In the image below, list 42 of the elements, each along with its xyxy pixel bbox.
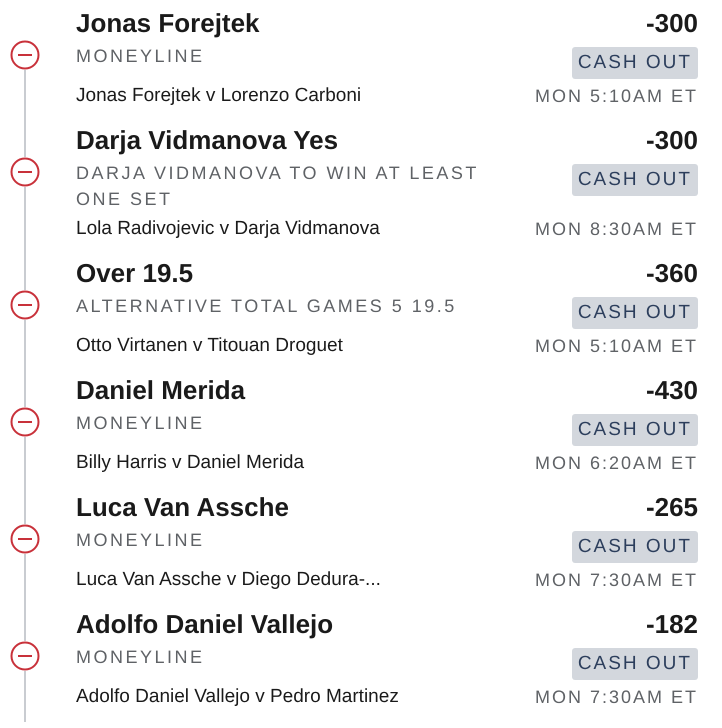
odds: -300: [646, 124, 698, 156]
odds: -300: [646, 7, 698, 39]
selection-name: Luca Van Assche: [76, 491, 289, 523]
odds: -182: [646, 608, 698, 640]
start-time: MON 7:30AM ET: [534, 568, 698, 592]
remove-icon[interactable]: [10, 157, 40, 187]
market-label: ALTERNATIVE TOTAL GAMES 5 19.5: [76, 295, 457, 318]
cash-out-button[interactable]: CASH OUT: [572, 47, 698, 79]
remove-icon[interactable]: [10, 641, 40, 671]
market-label: DARJA VIDMANOVA TO WIN AT LEAST ONE SET: [76, 162, 480, 211]
selection-name: Adolfo Daniel Vallejo: [76, 608, 334, 640]
market-label: MONEYLINE: [76, 412, 205, 435]
odds: -265: [646, 491, 698, 523]
cash-out-button[interactable]: CASH OUT: [572, 648, 698, 680]
start-time: MON 7:30AM ET: [534, 686, 698, 708]
odds: -360: [646, 257, 698, 289]
cash-out-button[interactable]: CASH OUT: [572, 297, 698, 329]
market-label: MONEYLINE: [76, 45, 205, 68]
selection-name: Over 19.5: [76, 257, 194, 289]
matchup: Otto Virtanen v Titouan Droguet: [76, 334, 343, 358]
remove-icon[interactable]: [10, 407, 40, 437]
matchup: Lola Radivojevic v Darja Vidmanova: [76, 216, 380, 241]
odds: -430: [646, 374, 698, 406]
start-time: MON 8:30AM ET: [534, 218, 698, 240]
start-time: MON 6:20AM ET: [534, 452, 698, 474]
remove-icon[interactable]: [10, 290, 40, 320]
selection-name: Darja Vidmanova Yes: [76, 124, 338, 156]
start-time: MON 5:10AM ET: [534, 334, 698, 358]
cash-out-button[interactable]: CASH OUT: [572, 164, 698, 196]
matchup: Jonas Forejtek v Lorenzo Carboni: [76, 84, 362, 108]
matchup: Adolfo Daniel Vallejo v Pedro Martinez: [76, 684, 399, 709]
matchup: Luca Van Assche v Diego Dedura-...: [76, 568, 381, 592]
market-label: MONEYLINE: [76, 529, 205, 552]
start-time: MON 5:10AM ET: [534, 84, 698, 108]
cash-out-button[interactable]: CASH OUT: [572, 414, 698, 446]
remove-icon[interactable]: [10, 40, 40, 70]
cash-out-button[interactable]: CASH OUT: [572, 531, 698, 563]
market-label: MONEYLINE: [76, 646, 205, 669]
matchup: Billy Harris v Daniel Merida: [76, 450, 304, 475]
selection-name: Daniel Merida: [76, 374, 246, 406]
selection-name: Jonas Forejtek: [76, 7, 260, 39]
remove-icon[interactable]: [10, 524, 40, 554]
